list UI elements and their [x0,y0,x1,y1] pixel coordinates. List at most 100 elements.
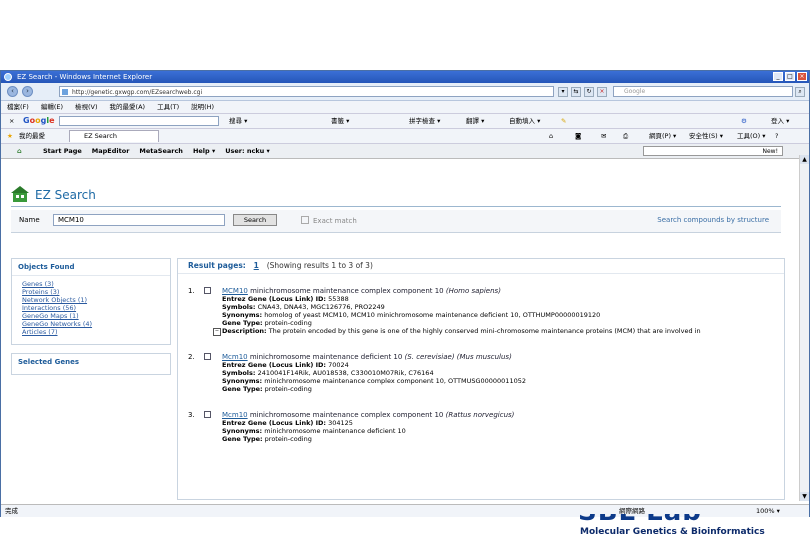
scroll-up-icon[interactable]: ▲ [800,155,809,164]
google-search-input[interactable] [59,116,219,126]
gene-symbol-link[interactable]: Mcm10 [222,353,248,361]
result-checkbox[interactable] [204,353,211,360]
forward-icon[interactable]: › [22,86,33,97]
tabs-bar: ★ 我的最愛 EZ Search ⌂ ◙ ✉ ⎙ 網頁(P) ▾ 安全性(S) … [1,129,809,144]
gene-symbol-link[interactable]: Mcm10 [222,411,248,419]
field-label: Entrez Gene (Locus Link) ID: [222,361,327,369]
menu-bar: 檔案(F) 編輯(E) 檢視(V) 我的最愛(A) 工具(T) 說明(H) [1,101,809,114]
meta-search-link[interactable]: MetaSearch [139,144,183,158]
field-label: Entrez Gene (Locus Link) ID: [222,419,327,427]
menu-file[interactable]: 檔案(F) [7,101,29,113]
gene-symbol-link[interactable]: MCM10 [222,287,248,295]
field-value: CNA43, DNA43, MGC126776, PRO2249 [255,303,385,311]
field-label: Synonyms: [222,311,263,319]
search-placeholder: Google [624,88,646,95]
bookmarks-button[interactable]: 書籤 ▾ [331,114,349,128]
left-panel: Objects Found Genes (3) Proteins (3) Net… [11,258,171,383]
title-bar: EZ Search - Windows Internet Explorer _ … [1,71,809,83]
sign-in-button[interactable]: 登入 ▾ [771,114,789,128]
field-label: Description: [222,327,267,335]
address-bar: ‹ › http://genetic.gxwgp.com/EZsearchweb… [1,83,809,101]
favorites-star-icon[interactable]: ★ [7,129,13,143]
name-input[interactable]: MCM10 [53,214,225,226]
gene-species: (Rattus norvegicus) [445,411,515,419]
maximize-button[interactable]: □ [785,72,795,81]
back-icon[interactable]: ‹ [7,86,18,97]
showing-text: (Showing results 1 to 3 of 3) [266,261,373,270]
object-link-network-objects[interactable]: Network Objects (1) [22,296,160,304]
safety-menu[interactable]: 安全性(S) ▾ [689,129,723,143]
minimize-button[interactable]: _ [773,72,783,81]
google-toolbar: × Google 搜尋 ▾ 書籤 ▾ 拼字檢查 ▾ 翻譯 ▾ 自動填入 ▾ ✎ … [1,114,809,129]
url-input[interactable]: http://genetic.gxwgp.com/EZsearchweb.cgi [59,86,554,97]
result-pages-header: Result pages: 1 (Showing results 1 to 3 … [178,259,784,274]
favorites-label[interactable]: 我的最愛 [19,129,45,143]
window-title: EZ Search - Windows Internet Explorer [17,73,153,81]
search-button[interactable]: Search [233,214,277,226]
vertical-scrollbar[interactable]: ▲ ▼ [799,155,809,501]
menu-edit[interactable]: 編輯(E) [41,101,63,113]
menu-tools[interactable]: 工具(T) [157,101,179,113]
tools-menu[interactable]: 工具(O) ▾ [737,129,766,143]
help-menu[interactable]: Help ▾ [193,144,215,158]
mail-icon[interactable]: ✉ [601,129,606,143]
structure-search-link[interactable]: Search compounds by structure [657,216,769,224]
result-checkbox[interactable] [204,411,211,418]
object-link-interactions[interactable]: Interactions (56) [22,304,160,312]
title-divider [11,206,781,207]
selected-genes-title: Selected Genes [18,358,80,366]
help-icon[interactable]: ? [775,129,778,143]
google-logo: Google [23,116,55,125]
object-link-genego-maps[interactable]: GeneGo Maps (1) [22,312,160,320]
print-icon[interactable]: ⎙ [623,129,628,143]
translate-button[interactable]: 翻譯 ▾ [466,114,484,128]
object-link-genes[interactable]: Genes (3) [22,280,160,288]
search-go-icon[interactable]: ⌕ [795,87,805,97]
autofill-button[interactable]: 自動填入 ▾ [509,114,540,128]
field-value: homolog of yeast MCM10, MCM10 minichromo… [262,311,601,319]
exact-match-checkbox[interactable] [301,216,309,224]
menu-help[interactable]: 說明(H) [191,101,214,113]
field-value: protein-coding [262,319,312,327]
status-text: 完成 [5,507,18,515]
search-form: Name MCM10 Search Exact match Search com… [11,210,781,233]
close-button[interactable]: × [797,72,807,81]
new-button[interactable]: New! [643,146,783,156]
object-link-proteins[interactable]: Proteins (3) [22,288,160,296]
page-link[interactable]: 1 [254,261,259,270]
home-icon[interactable]: ⌂ [549,129,553,143]
object-link-articles[interactable]: Articles (7) [22,328,160,336]
exact-match-option[interactable]: Exact match [301,216,357,225]
user-menu[interactable]: User: ncku ▾ [225,144,270,158]
collapse-icon[interactable]: − [213,328,221,336]
gene-title: minichromosome maintenance complex compo… [249,411,444,419]
page-menu[interactable]: 網頁(P) ▾ [649,129,676,143]
field-value: 2410041F14Rik, AU018538, C330010M07Rik, … [255,369,434,377]
wrench-icon[interactable]: ⚙ [741,114,747,128]
refresh-icon[interactable]: ↻ [584,87,594,97]
feeds-icon[interactable]: ◙ [575,129,581,143]
toolbar-close-icon[interactable]: × [9,114,14,128]
object-link-genego-networks[interactable]: GeneGo Networks (4) [22,320,160,328]
name-label: Name [19,216,40,224]
tab-title: EZ Search [84,132,117,140]
field-label: Gene Type: [222,385,263,393]
menu-view[interactable]: 檢視(V) [75,101,98,113]
selected-genes-box: Selected Genes [11,353,171,375]
google-search-button[interactable]: 搜尋 ▾ [229,114,247,128]
spellcheck-button[interactable]: 拼字檢查 ▾ [409,114,440,128]
stop-icon[interactable]: × [597,87,607,97]
tab-ez-search[interactable]: EZ Search [69,130,159,142]
result-number: 3. [188,411,195,419]
app-logo-icon: ⌂ [17,147,22,155]
start-page-link[interactable]: Start Page [43,144,82,158]
browser-window: EZ Search - Windows Internet Explorer _ … [0,70,810,517]
search-box[interactable]: Google [613,86,793,97]
map-editor-link[interactable]: MapEditor [92,144,130,158]
menu-favorites[interactable]: 我的最愛(A) [110,101,146,113]
dropdown-icon[interactable]: ▾ [558,87,568,97]
compat-icon[interactable]: ⇆ [571,87,581,97]
result-checkbox[interactable] [204,287,211,294]
highlight-icon[interactable]: ✎ [561,114,566,128]
scroll-down-icon[interactable]: ▼ [800,492,809,501]
